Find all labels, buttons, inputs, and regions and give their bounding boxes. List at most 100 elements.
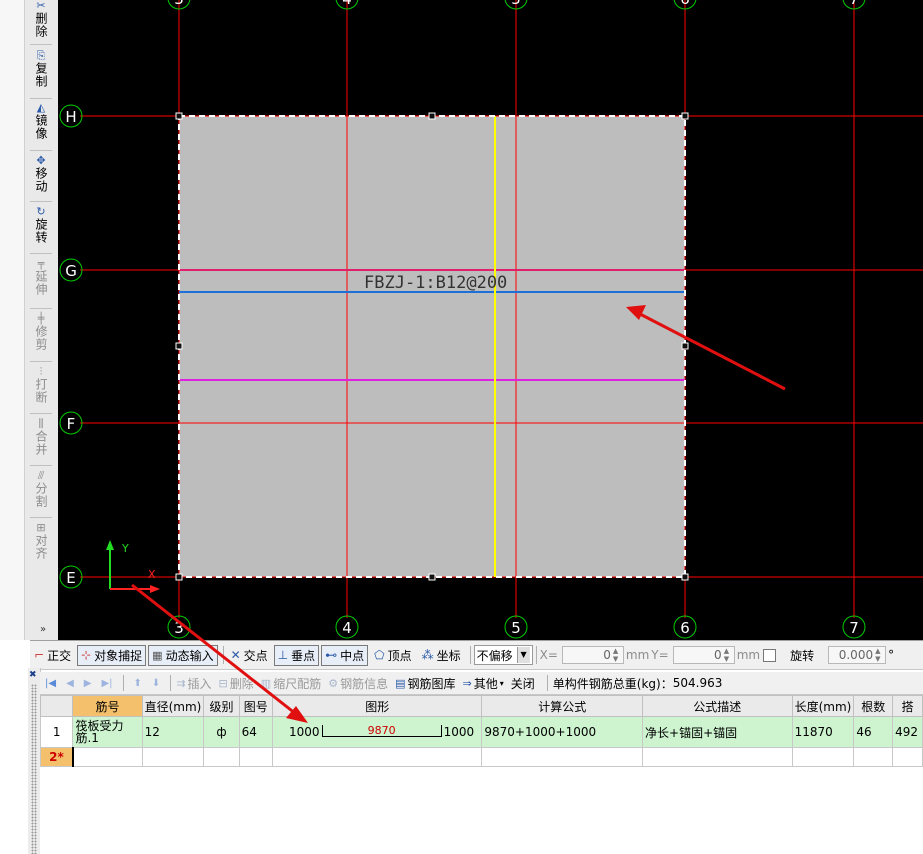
col-header-diameter[interactable]: 直径(mm): [141, 695, 205, 717]
spinner-icon[interactable]: ▲ ▼: [875, 647, 883, 663]
vertex-snap-toggle[interactable]: ⬠ 顶点: [370, 645, 415, 666]
empty-cell[interactable]: [272, 747, 483, 767]
midpoint-snap-toggle[interactable]: ⊷ 中点: [321, 644, 369, 666]
tool-mirror-button[interactable]: ◭ 镜像: [30, 102, 52, 148]
col-header-grade[interactable]: 级别: [203, 695, 240, 717]
grip-handle[interactable]: [428, 573, 436, 581]
rotate-angle-input[interactable]: 0.000 ▲ ▼: [828, 646, 887, 664]
tool-delete-button[interactable]: ✂ 删除: [30, 0, 52, 42]
tool-extend-button[interactable]: ╤ 延伸: [30, 258, 52, 306]
shape-no-cell[interactable]: 64: [238, 716, 274, 748]
object-snap-toggle[interactable]: ⊹ 对象捕捉: [77, 644, 147, 666]
shape-cell[interactable]: 1000 9870 1000: [272, 716, 483, 748]
coordinate-snap-toggle[interactable]: ⁂ 坐标: [418, 645, 465, 666]
next-record-icon[interactable]: ▶: [84, 678, 92, 689]
grip-handle[interactable]: [681, 573, 689, 581]
tool-label: 镜像: [34, 114, 48, 140]
grip-handle[interactable]: [175, 573, 183, 581]
grip-handle[interactable]: [681, 342, 689, 350]
axis-label-G: G: [65, 262, 77, 280]
formula-cell[interactable]: 9870+1000+1000: [481, 716, 644, 748]
tool-split-button[interactable]: ⫻ 分割: [30, 470, 52, 515]
tool-move-button[interactable]: ✥ 移动: [30, 155, 52, 199]
tool-copy-button[interactable]: ⎘ 复制: [30, 50, 52, 96]
empty-cell[interactable]: [892, 747, 923, 767]
y-offset-input[interactable]: 0 ▲ ▼: [672, 646, 735, 664]
diameter-cell[interactable]: 12: [141, 716, 205, 748]
tool-align-button[interactable]: ⊞ 对齐: [30, 522, 52, 572]
close-panel-button[interactable]: 关闭: [511, 675, 535, 692]
col-header-shape-no[interactable]: 图号: [238, 695, 274, 717]
shape-right-length: 1000: [443, 725, 475, 739]
tool-label: 延伸: [34, 270, 48, 296]
tool-label: 合并: [34, 430, 48, 456]
ortho-toggle[interactable]: ⌐ 正交: [30, 645, 75, 666]
raft-slab[interactable]: [179, 116, 685, 577]
insert-button[interactable]: ⇉ 插入: [176, 675, 211, 692]
toolbar-separator: [30, 44, 52, 45]
tool-rotate-button[interactable]: ↻ 旋转: [30, 206, 52, 251]
tool-trim-button[interactable]: ╪ 修剪: [30, 313, 52, 359]
dynamic-input-toggle[interactable]: ▦ 动态输入: [148, 644, 218, 666]
offset-mode-select[interactable]: 不偏移 ▼: [473, 645, 533, 665]
panel-close-icon[interactable]: ✖: [29, 670, 37, 680]
col-header-lap[interactable]: 搭: [892, 695, 923, 717]
grip-handle[interactable]: [175, 112, 183, 120]
first-record-icon[interactable]: |◀: [45, 678, 56, 689]
empty-cell[interactable]: [71, 747, 143, 767]
table-row[interactable]: 1 筏板受力筋.1 12 ф 64 1000 9870 1000 9870+10…: [40, 716, 923, 748]
grade-cell[interactable]: ф: [203, 716, 240, 748]
empty-cell[interactable]: [791, 747, 855, 767]
empty-cell[interactable]: [203, 747, 240, 767]
tool-merge-button[interactable]: ⫼ 合并: [30, 418, 52, 463]
grip-handle[interactable]: [681, 112, 689, 120]
tool-break-button[interactable]: ⫶ 打断: [30, 366, 52, 411]
col-header-length[interactable]: 长度(mm): [791, 695, 855, 717]
dock-grip: [31, 684, 37, 854]
new-row-marker[interactable]: 2*: [40, 747, 74, 767]
empty-cell[interactable]: [853, 747, 894, 767]
toolbar-separator: [30, 465, 52, 466]
prev-record-icon[interactable]: ◀: [66, 678, 74, 689]
perpendicular-snap-toggle[interactable]: ⊥ 垂点: [273, 644, 320, 666]
last-record-icon[interactable]: ▶|: [101, 678, 112, 689]
col-header-shape[interactable]: 图形: [272, 695, 483, 717]
intersection-snap-toggle[interactable]: ✕ 交点: [227, 645, 272, 666]
spinner-icon[interactable]: ▲ ▼: [724, 647, 732, 663]
length-cell[interactable]: 11870: [791, 716, 855, 748]
col-header-bar-no[interactable]: 筋号: [72, 695, 143, 717]
tool-label: 分割: [34, 482, 48, 508]
rebar-bar-graphic: 9870: [321, 724, 442, 739]
lap-cell[interactable]: 492: [892, 716, 923, 748]
col-header-description[interactable]: 公式描述: [642, 695, 793, 717]
move-down-icon[interactable]: ⬇: [152, 678, 160, 689]
count-cell[interactable]: 46: [853, 716, 894, 748]
grip-handle[interactable]: [428, 112, 436, 120]
spinner-icon[interactable]: ▲ ▼: [613, 647, 621, 663]
col-header-count[interactable]: 根数: [853, 695, 894, 717]
description-cell[interactable]: 净长+锚固+锚固: [642, 716, 793, 748]
empty-cell[interactable]: [481, 747, 644, 767]
rebar-library-button[interactable]: ▤ 钢筋图库: [395, 675, 455, 692]
empty-cell[interactable]: [141, 747, 205, 767]
rotate-checkbox[interactable]: [763, 648, 777, 662]
cad-drawing-canvas[interactable]: FBZJ-1:B12@200 3 3 4 4 5 5 6 6 7 7 H G F E Y X: [58, 0, 923, 640]
table-row-new[interactable]: 2*: [40, 747, 923, 767]
cad-drawing-svg[interactable]: FBZJ-1:B12@200 3 3 4 4 5 5 6 6 7 7 H G F E Y X: [58, 0, 923, 640]
move-up-icon[interactable]: ⬆: [134, 678, 142, 689]
x-offset-input[interactable]: 0 ▲ ▼: [561, 646, 624, 664]
toolbar-separator: [469, 646, 471, 664]
tool-label: 复制: [34, 62, 48, 88]
row-number[interactable]: 1: [40, 716, 74, 748]
bar-name-cell[interactable]: 筏板受力筋.1: [72, 716, 143, 748]
empty-cell[interactable]: [238, 747, 274, 767]
scale-rebar-button[interactable]: ▥ 缩尺配筋: [261, 675, 321, 692]
delete-row-button[interactable]: ⊟ 删除: [219, 675, 254, 692]
toolbar-more-icon[interactable]: »: [40, 624, 46, 635]
other-menu-button[interactable]: ⇒ 其他 ▾: [463, 675, 504, 692]
axis-label-3: 3: [174, 0, 184, 8]
col-header-formula[interactable]: 计算公式: [481, 695, 644, 717]
grip-handle[interactable]: [175, 342, 183, 350]
empty-cell[interactable]: [642, 747, 793, 767]
rebar-info-button[interactable]: ⚙ 钢筋信息: [328, 675, 388, 692]
